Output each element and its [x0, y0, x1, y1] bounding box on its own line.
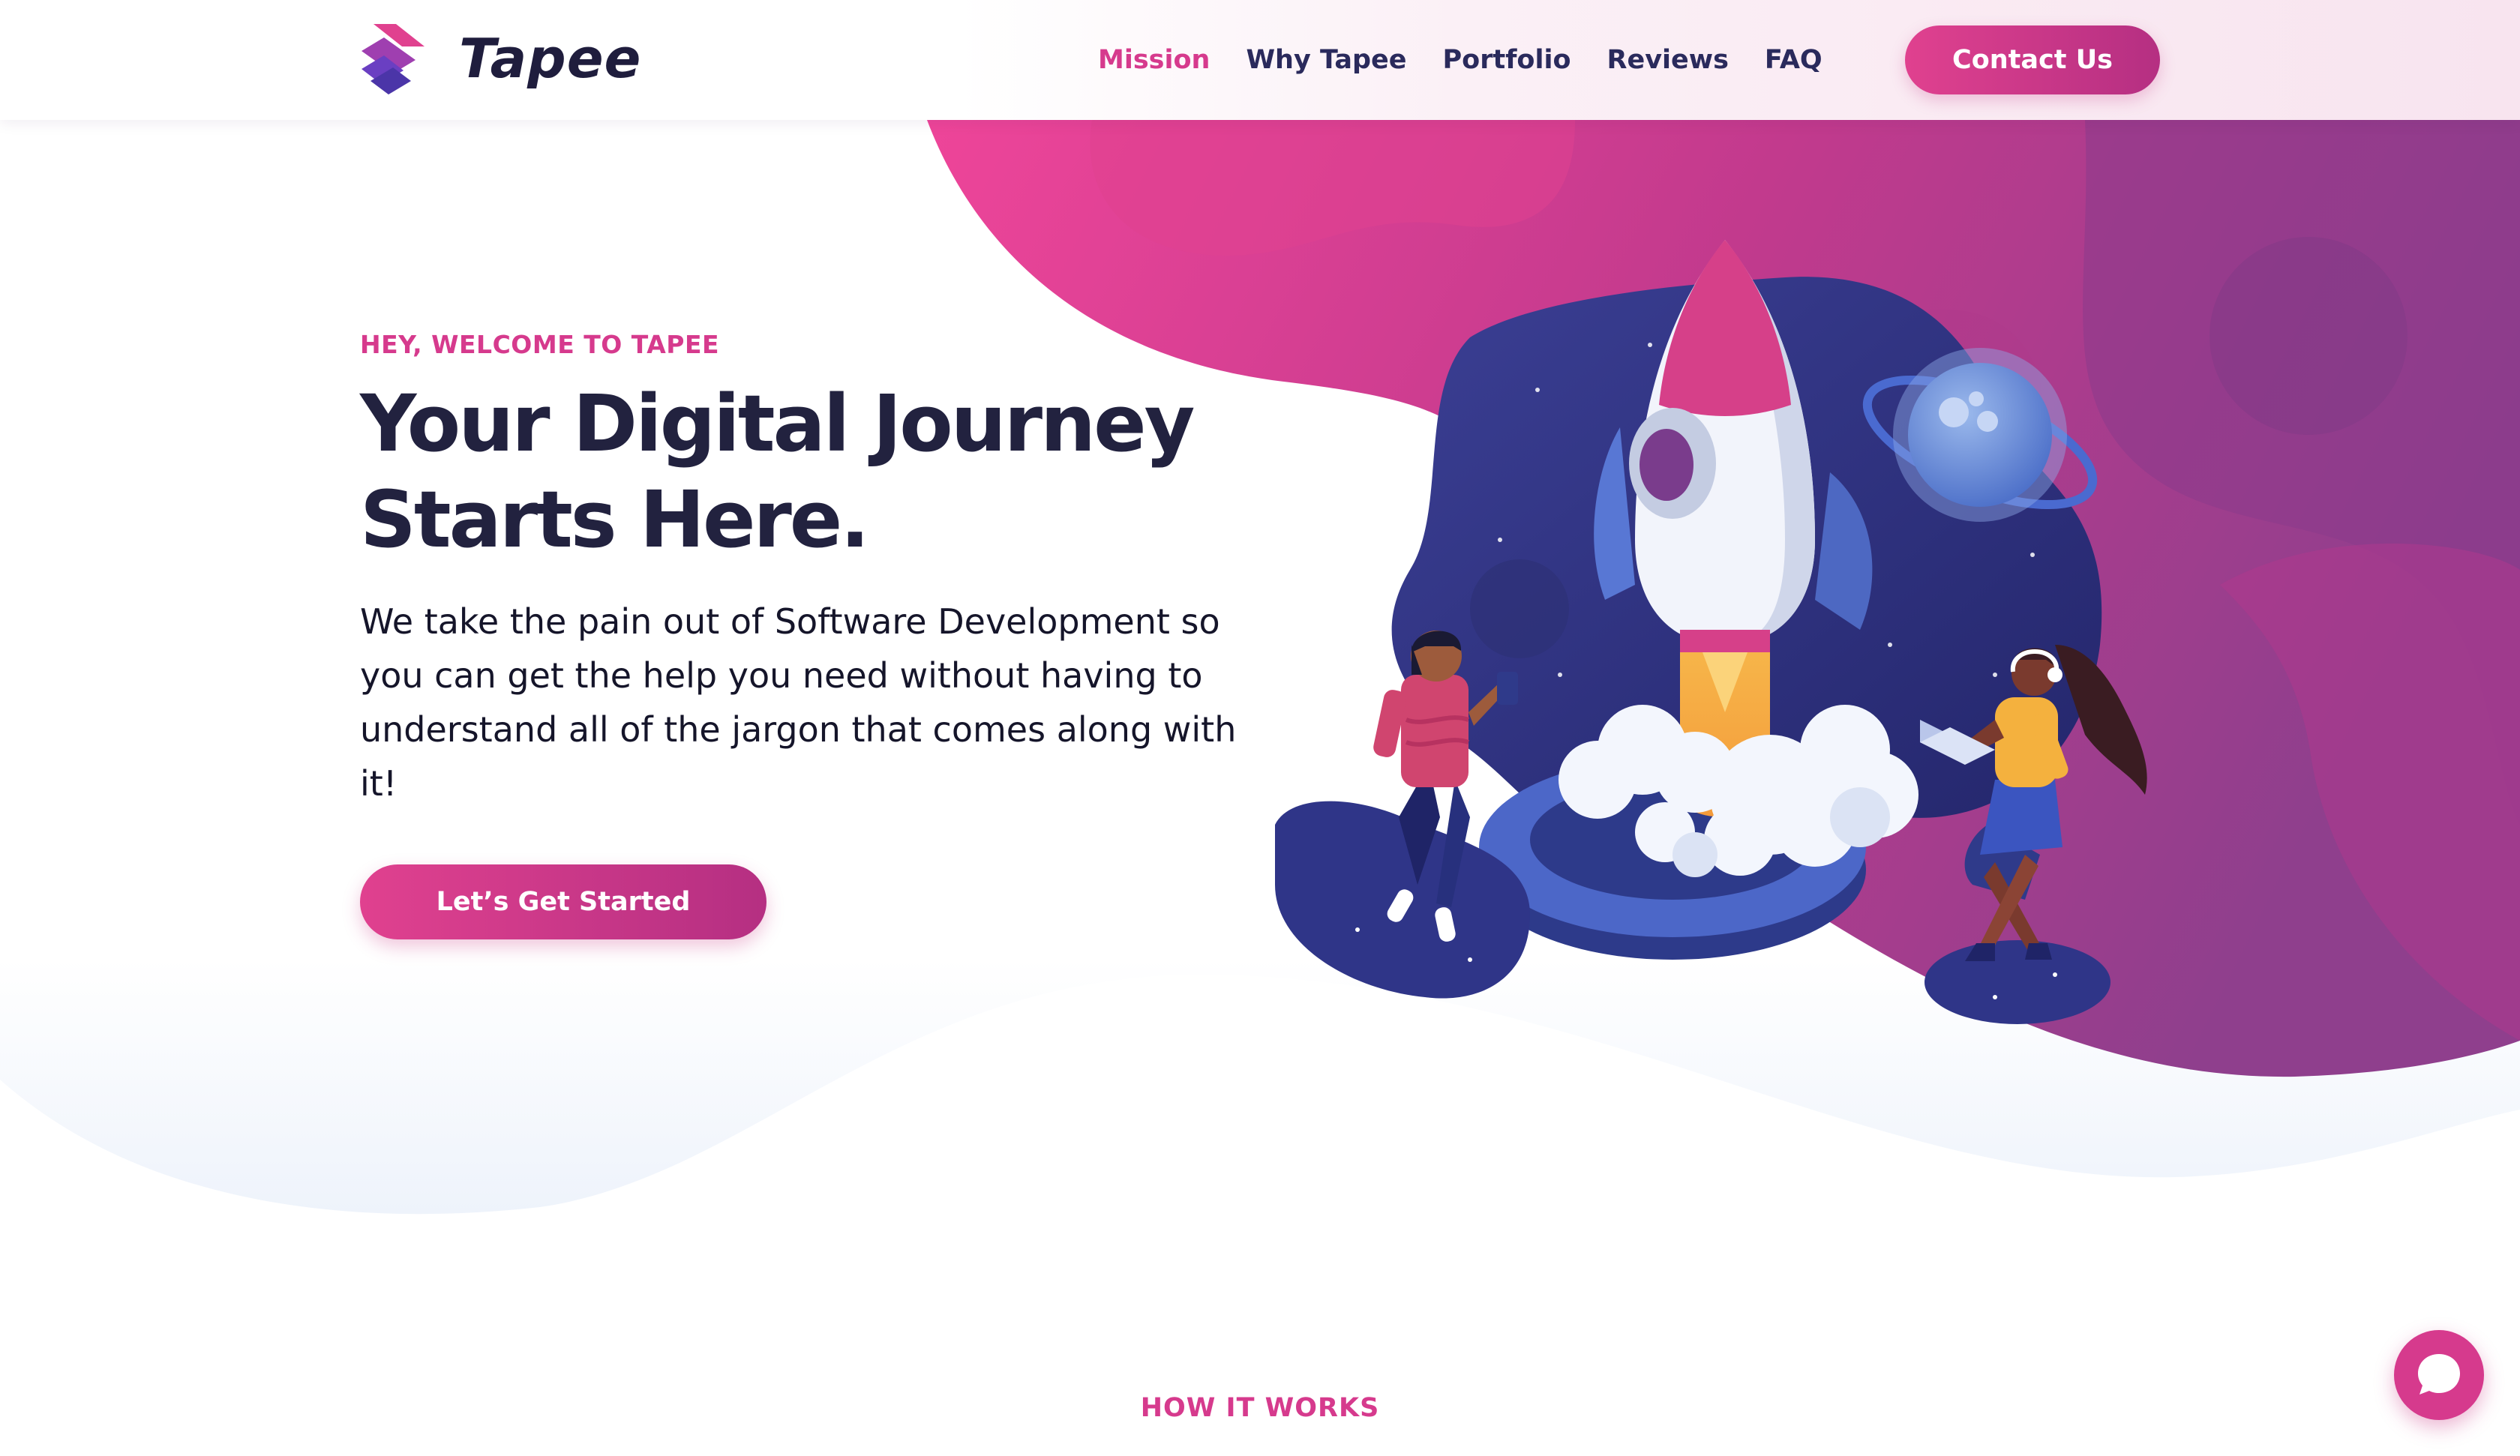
site-header: Tapee Mission Why Tapee Portfolio Review…	[0, 0, 2520, 120]
how-it-works-label: HOW IT WORKS	[1140, 1393, 1380, 1423]
main-nav: Mission Why Tapee Portfolio Reviews FAQ	[1098, 0, 1858, 120]
hero-subtext: We take the pain out of Software Develop…	[360, 601, 1237, 804]
chat-button[interactable]	[2394, 1330, 2484, 1420]
hero-headline-line1: Your Digital Journey	[360, 378, 1195, 469]
nav-item-mission[interactable]: Mission	[1098, 45, 1210, 75]
hero-section: HEY, WELCOME TO TAPEE Your Digital Journ…	[360, 330, 1290, 939]
tapee-logo-icon	[362, 24, 424, 94]
hero-headline-line2: Starts Here.	[360, 474, 870, 565]
hero-eyebrow: HEY, WELCOME TO TAPEE	[360, 330, 720, 359]
brand-name: Tapee	[459, 27, 642, 90]
nav-item-reviews[interactable]: Reviews	[1607, 45, 1729, 75]
contact-us-button[interactable]: Contact Us	[1905, 25, 2160, 94]
nav-item-portfolio[interactable]: Portfolio	[1443, 45, 1571, 75]
brand-logo[interactable]: Tapee	[358, 21, 641, 96]
nav-item-faq[interactable]: FAQ	[1765, 45, 1822, 75]
chat-bubble-icon	[2418, 1354, 2460, 1395]
hero-headline: Your Digital Journey Starts Here.	[360, 376, 1290, 568]
rocket-launch-illustration	[1275, 240, 2147, 1024]
nav-item-why-tapee[interactable]: Why Tapee	[1246, 45, 1406, 75]
get-started-button[interactable]: Let’s Get Started	[360, 864, 766, 939]
